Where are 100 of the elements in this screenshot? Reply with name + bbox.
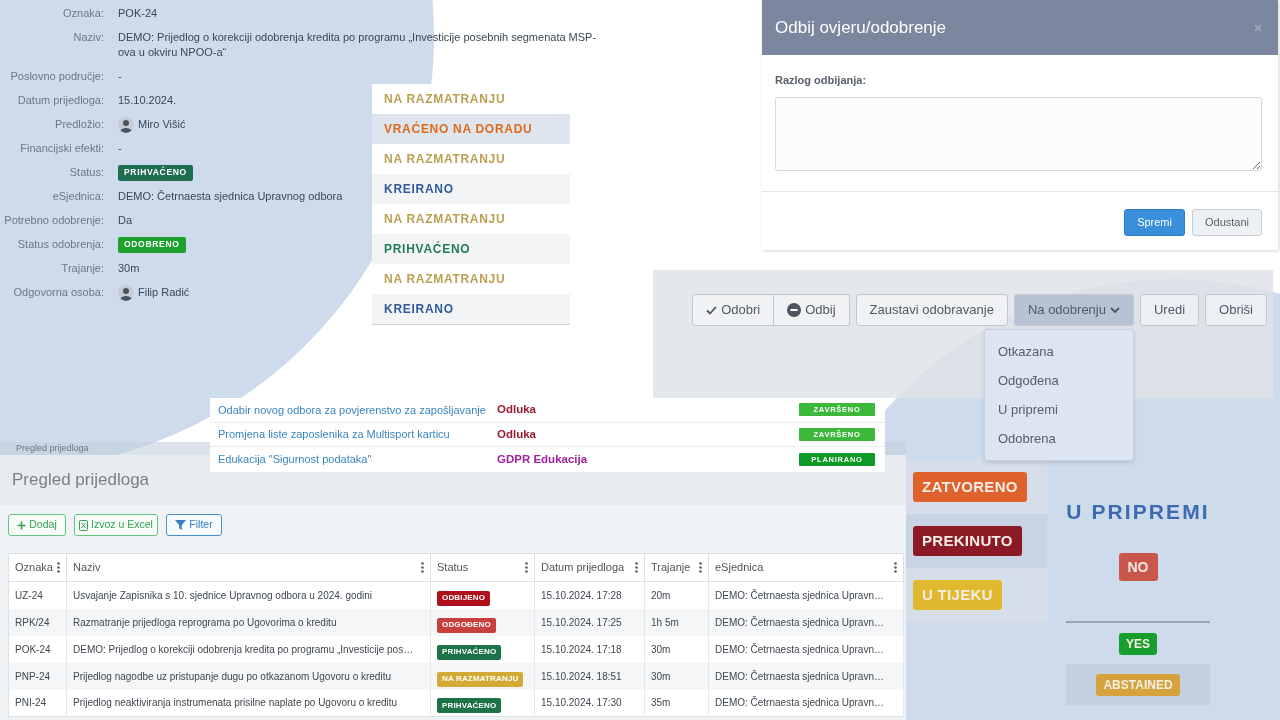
field-value: POK-24 [118,6,158,21]
table-cell: 30m [644,635,709,663]
person-name[interactable]: Miro Višić [138,117,186,132]
table-cell: PNP-24 [8,662,67,690]
table-cell: DEMO: Četrnaesta sjednica Upravn… [708,581,904,609]
activity-link[interactable]: Odabir novog odbora za povjerenstvo za zapošljavanje [218,401,486,418]
reason-field[interactable] [775,97,1262,171]
field-value: - [118,141,122,156]
table-cell: DEMO: Četrnaesta sjednica Upravn… [708,662,904,690]
approve-button[interactable]: Odobri [692,294,775,326]
column-header[interactable]: Trajanje [651,559,691,576]
column-header[interactable]: eSjednica [715,559,764,576]
avatar-icon [118,284,134,301]
export-button[interactable]: Izvoz u Excel [74,514,158,536]
menu-item[interactable]: Odobrena [984,424,1133,453]
table-cell: Prijedlog nagodbe uz pristupanje dugu po otkazanom Ugovoru o kreditu [66,662,431,690]
table-cell: 15.10.2024. 17:25 [534,608,645,636]
cancel-button[interactable]: Odustani [1191,209,1262,236]
status-badge: PRIHVAĆENO [437,644,502,660]
status-item[interactable]: KREIRANO [372,294,570,324]
menu-item[interactable]: Odgođena [984,366,1133,395]
submit-button[interactable]: Spremi [1124,209,1185,236]
kebab-menu-icon[interactable] [635,562,638,573]
status-badge: ZATVORENO [913,472,1027,502]
filter-icon [175,520,187,530]
field-label: Potrebno odobrenje: [3,213,104,228]
table-cell: DEMO: Četrnaesta sjednica Upravn… [708,689,904,717]
kebab-menu-icon[interactable] [894,562,897,573]
kebab-menu-icon[interactable] [57,562,60,573]
column-header[interactable]: Datum prijedloga [541,559,625,576]
table-cell: 15.10.2024. 17:28 [534,581,645,609]
status-badge: ODGOĐENO [437,617,496,633]
person-name[interactable]: Filip Radić [138,285,190,300]
table-cell: 30m [644,662,709,690]
toolbar-button[interactable]: Uredi [1139,294,1200,326]
field-label: Datum prijedloga: [16,93,104,108]
field-label: Oznaka: [62,6,104,21]
status-badge: NA RAZMATRANJU [437,671,524,687]
table-cell: UZ-24 [8,581,67,609]
page-title: Pregled prijedloga [12,469,150,492]
dialog-title: Odbij ovjeru/odobrenje [775,16,947,39]
plus-icon [17,520,27,530]
kebab-menu-icon[interactable] [699,562,702,573]
reject-button[interactable]: Odbij [774,294,850,326]
activity-link[interactable]: Promjena liste zaposlenika za Multisport karticu [218,426,450,443]
field-value: DEMO: Prijedlog o korekciji odobrenja kredita po programu „Investicije posebnih segmenata MSP-ova u okviru NPOO-a“ [118,30,598,60]
filter-button[interactable]: Filter [166,514,222,536]
column-header[interactable]: Naziv [73,559,101,576]
column-header[interactable]: Oznaka [15,559,53,576]
minus-circle-icon [787,303,802,317]
table-cell: Usvajanje Zapisnika s 10. sjednice Upravnog odbora u 2024. godini [66,581,431,609]
activity-type: Odluka [497,426,536,442]
status-dropdown-button[interactable]: Na odobrenju [1013,294,1134,326]
table-cell: PNI-24 [8,689,67,717]
status-badge: PRIHVAĆENO [437,698,502,714]
check-icon [706,305,718,315]
table-cell: 15.10.2024. 17:30 [534,689,645,717]
field-value: - [118,69,122,84]
breadcrumb[interactable]: Pregled prijedloga [16,443,89,454]
spreadsheet-file-icon [79,519,89,531]
avatar-icon [118,116,134,133]
table-cell: POK-24 [8,635,67,663]
table-cell: RPK/24 [8,608,67,636]
toolbar-button[interactable]: Obriši [1205,294,1267,326]
field-value: 30m [118,261,140,276]
field-label: Financijski efekti: [19,141,104,156]
table-cell: 35m [644,689,709,717]
toolbar-button[interactable]: Zaustavi odobravanje [855,294,1008,326]
add-button[interactable]: Dodaj [8,514,66,536]
field-label: Razlog odbijanja: [775,74,868,87]
field-value: DEMO: Četrnaesta sjednica Upravnog odbora [118,189,343,204]
status-badge: ODBIJENO [437,590,491,606]
field-value: 15.10.2024. [118,93,177,108]
menu-item[interactable]: U pripremi [984,395,1133,424]
status-item[interactable]: KREIRANO [372,174,570,204]
status-badge: PREKINUTO [913,526,1022,556]
field-label: Status odobrenja: [16,237,104,252]
chevron-down-icon [1109,307,1120,313]
table-cell: Prijedlog neaktiviranja instrumenata prisilne naplate po Ugovoru o kreditu [66,689,431,717]
activity-type: GDPR Edukacija [497,451,588,467]
field-label: Odgovorna osoba: [12,285,104,300]
menu-item[interactable]: Otkazana [984,337,1133,366]
activity-type: Odluka [497,402,536,418]
activity-link[interactable]: Edukacija "Sigurnost podataka" [218,451,372,468]
table-cell: DEMO: Četrnaesta sjednica Upravn… [708,608,904,636]
kebab-menu-icon[interactable] [525,562,528,573]
status-heading: U PRIPREMI [1066,501,1210,523]
status-item[interactable]: PRIHVAĆENO [372,234,570,264]
status-badge: U TIJEKU [913,580,1002,610]
table-cell: Razmatranje prijedloga reprograma po Ugovorima o kreditu [66,608,431,636]
field-label: eSjednica: [51,189,104,204]
field-label: Naziv: [72,30,104,45]
field-label: Trajanje: [60,261,104,276]
table-cell: DEMO: Prijedlog o korekciji odobrenja kredita po programu „Investicije pos… [66,635,431,663]
kebab-menu-icon[interactable] [421,562,424,573]
table-cell: 20m [644,581,709,609]
column-header[interactable]: Status [437,559,469,576]
vote-badge: ABSTAINED [1096,673,1180,696]
field-label: Status: [68,165,104,180]
field-label: Poslovno područje: [9,69,104,84]
